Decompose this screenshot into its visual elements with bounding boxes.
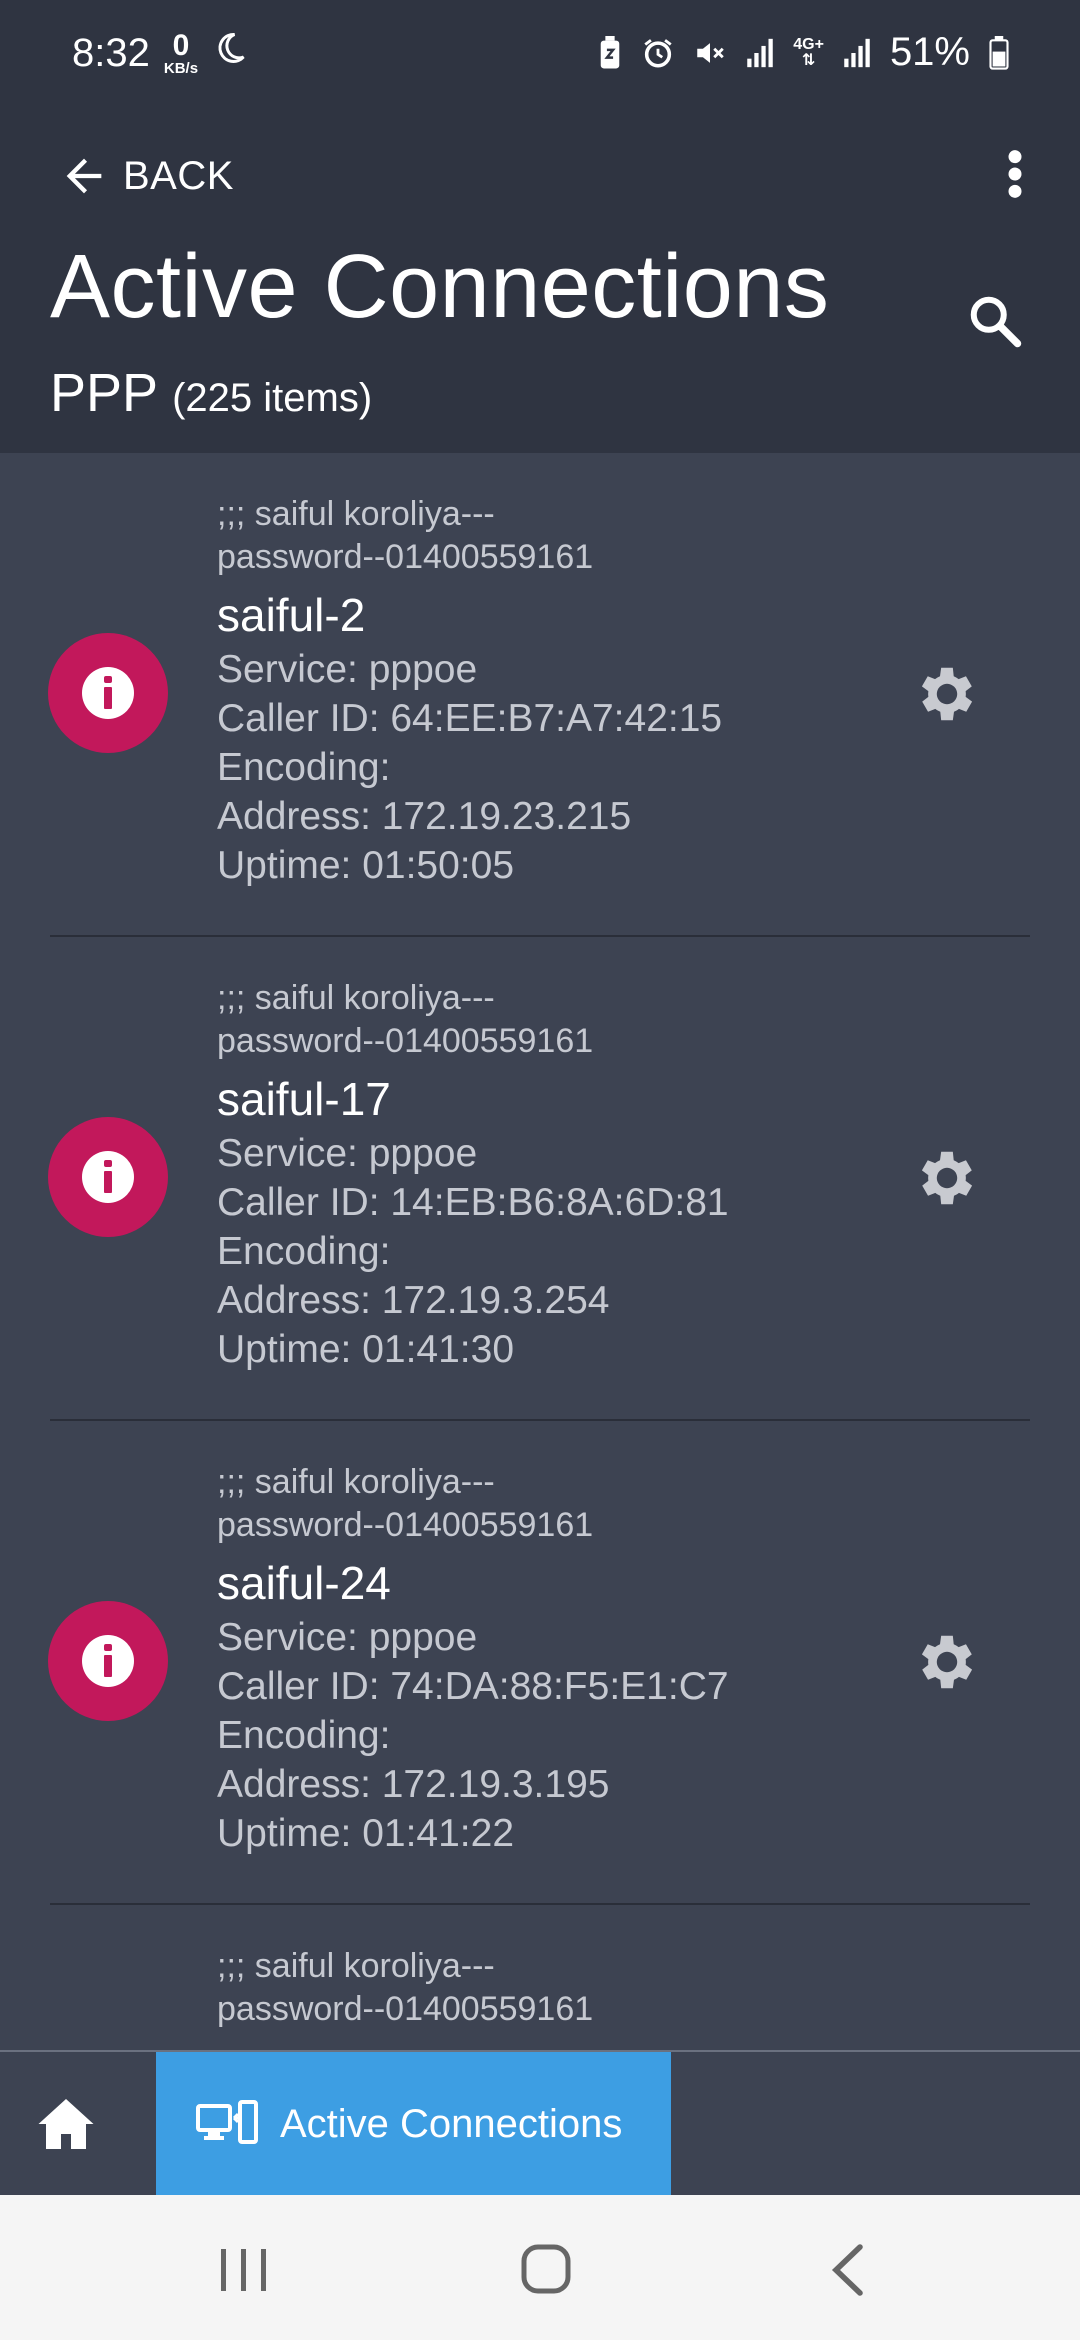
search-icon — [965, 291, 1025, 356]
connection-service: Service: pppoe — [217, 648, 478, 691]
connection-comment: ;;; saiful koroliya--- — [217, 495, 495, 533]
connection-caller-id: Caller ID: 14:EB:B6:8A:6D:81 — [217, 1181, 729, 1224]
back-button[interactable]: BACK — [50, 136, 340, 216]
arrow-back-icon — [58, 150, 110, 207]
connection-address: Address: 172.19.3.195 — [217, 1763, 610, 1806]
search-button[interactable] — [960, 288, 1030, 358]
gear-icon — [921, 667, 973, 721]
list-item[interactable]: ;;; saiful koroliya--- password--0140055… — [0, 1421, 1080, 1905]
connection-details: ;;; saiful koroliya--- password--0140055… — [217, 493, 722, 890]
connection-caller-id: Caller ID: 74:DA:88:F5:E1:C7 — [217, 1665, 729, 1708]
settings-button[interactable] — [912, 659, 982, 729]
connection-comment: password--01400559161 — [217, 1506, 594, 1544]
info-icon — [82, 1635, 134, 1687]
status-bar: 8:32 0 KB/s 4G+ ⇅ 51% — [0, 0, 1080, 110]
info-button[interactable] — [48, 633, 168, 753]
list-item[interactable]: ;;; saiful koroliya--- password--0140055… — [0, 453, 1080, 937]
connection-caller-id: Caller ID: 64:EE:B7:A7:42:15 — [217, 697, 723, 740]
connection-comment: password--01400559161 — [217, 1022, 594, 1060]
home-icon — [38, 2099, 94, 2149]
list-subtitle: PPP (225 items) — [50, 362, 372, 424]
moon-icon — [212, 30, 248, 76]
signal-icon-1 — [745, 36, 775, 70]
connection-service: Service: pppoe — [217, 1616, 478, 1659]
system-navigation-bar — [0, 2195, 1080, 2340]
connection-encoding: Encoding: — [217, 746, 391, 789]
net-speed-unit: KB/s — [163, 59, 199, 77]
connection-name: saiful-2 — [217, 589, 366, 641]
net-speed-value: 0 — [172, 28, 190, 62]
net-speed-indicator: 0 KB/s — [163, 28, 199, 77]
recent-apps-button[interactable] — [215, 2245, 271, 2295]
connection-address: Address: 172.19.3.254 — [217, 1279, 610, 1322]
info-button[interactable] — [48, 1601, 168, 1721]
connection-service: Service: pppoe — [217, 1132, 478, 1175]
connection-comment: ;;; saiful koroliya--- — [217, 1947, 495, 1985]
settings-button[interactable] — [912, 1627, 982, 1697]
battery-saver-icon — [597, 35, 623, 70]
connection-name: saiful-24 — [217, 1557, 391, 1609]
status-left: 8:32 0 KB/s — [72, 30, 248, 76]
tab-label: Active Connections — [280, 2102, 623, 2146]
battery-percent: 51% — [889, 30, 970, 74]
list-item[interactable]: ;;; saiful koroliya--- password--0140055… — [0, 937, 1080, 1421]
connection-uptime: Uptime: 01:41:30 — [217, 1328, 515, 1371]
connection-address: Address: 172.19.23.215 — [217, 795, 632, 838]
connection-comment: password--01400559161 — [217, 538, 594, 576]
bottom-navigation: Active Connections — [0, 2050, 1080, 2197]
connection-uptime: Uptime: 01:50:05 — [217, 844, 515, 887]
alarm-icon — [641, 36, 675, 70]
connection-comment: password--01400559161 — [217, 1990, 594, 2028]
back-label: BACK — [123, 153, 234, 198]
computer-network-icon — [196, 2097, 260, 2152]
connection-uptime: Uptime: 01:41:22 — [217, 1812, 515, 1855]
tab-active-connections[interactable]: Active Connections — [156, 2052, 671, 2197]
connection-encoding: Encoding: — [217, 1714, 391, 1757]
status-right: 4G+ ⇅ 51% — [597, 30, 1010, 75]
gear-icon — [921, 1151, 973, 1205]
connection-comment: ;;; saiful koroliya--- — [217, 1463, 495, 1501]
more-vert-icon — [1005, 148, 1025, 205]
status-time: 8:32 — [72, 30, 150, 75]
connection-comment: ;;; saiful koroliya--- — [217, 979, 495, 1017]
page-title: Active Connections — [50, 237, 830, 337]
connection-details: ;;; saiful koroliya--- password--0140055… — [217, 1945, 593, 2031]
connection-name: saiful-17 — [217, 1073, 391, 1125]
settings-button[interactable] — [912, 1143, 982, 1213]
home-button[interactable] — [36, 2096, 106, 2156]
list-item[interactable]: ;;; saiful koroliya--- password--0140055… — [0, 1905, 1080, 2050]
subtitle-type: PPP — [50, 363, 158, 423]
connection-details: ;;; saiful koroliya--- password--0140055… — [217, 977, 729, 1374]
info-icon — [82, 1151, 134, 1203]
signal-icon-2 — [842, 36, 872, 70]
more-options-button[interactable] — [980, 136, 1050, 216]
network-type-indicator: 4G+ ⇅ — [793, 35, 824, 69]
info-icon — [82, 667, 134, 719]
item-count: (225 items) — [172, 376, 373, 420]
app-header: BACK Active Connections PPP (225 items) — [0, 110, 1080, 453]
back-system-button[interactable] — [828, 2243, 868, 2297]
connection-list[interactable]: ;;; saiful koroliya--- password--0140055… — [0, 453, 1080, 2050]
connection-details: ;;; saiful koroliya--- password--0140055… — [217, 1461, 729, 1858]
mute-icon — [693, 36, 727, 70]
home-system-button[interactable] — [520, 2243, 572, 2295]
network-type-label: 4G+ — [793, 35, 824, 53]
info-button[interactable] — [48, 1117, 168, 1237]
connection-encoding: Encoding: — [217, 1230, 391, 1273]
gear-icon — [921, 1635, 973, 1689]
battery-icon — [988, 35, 1010, 70]
